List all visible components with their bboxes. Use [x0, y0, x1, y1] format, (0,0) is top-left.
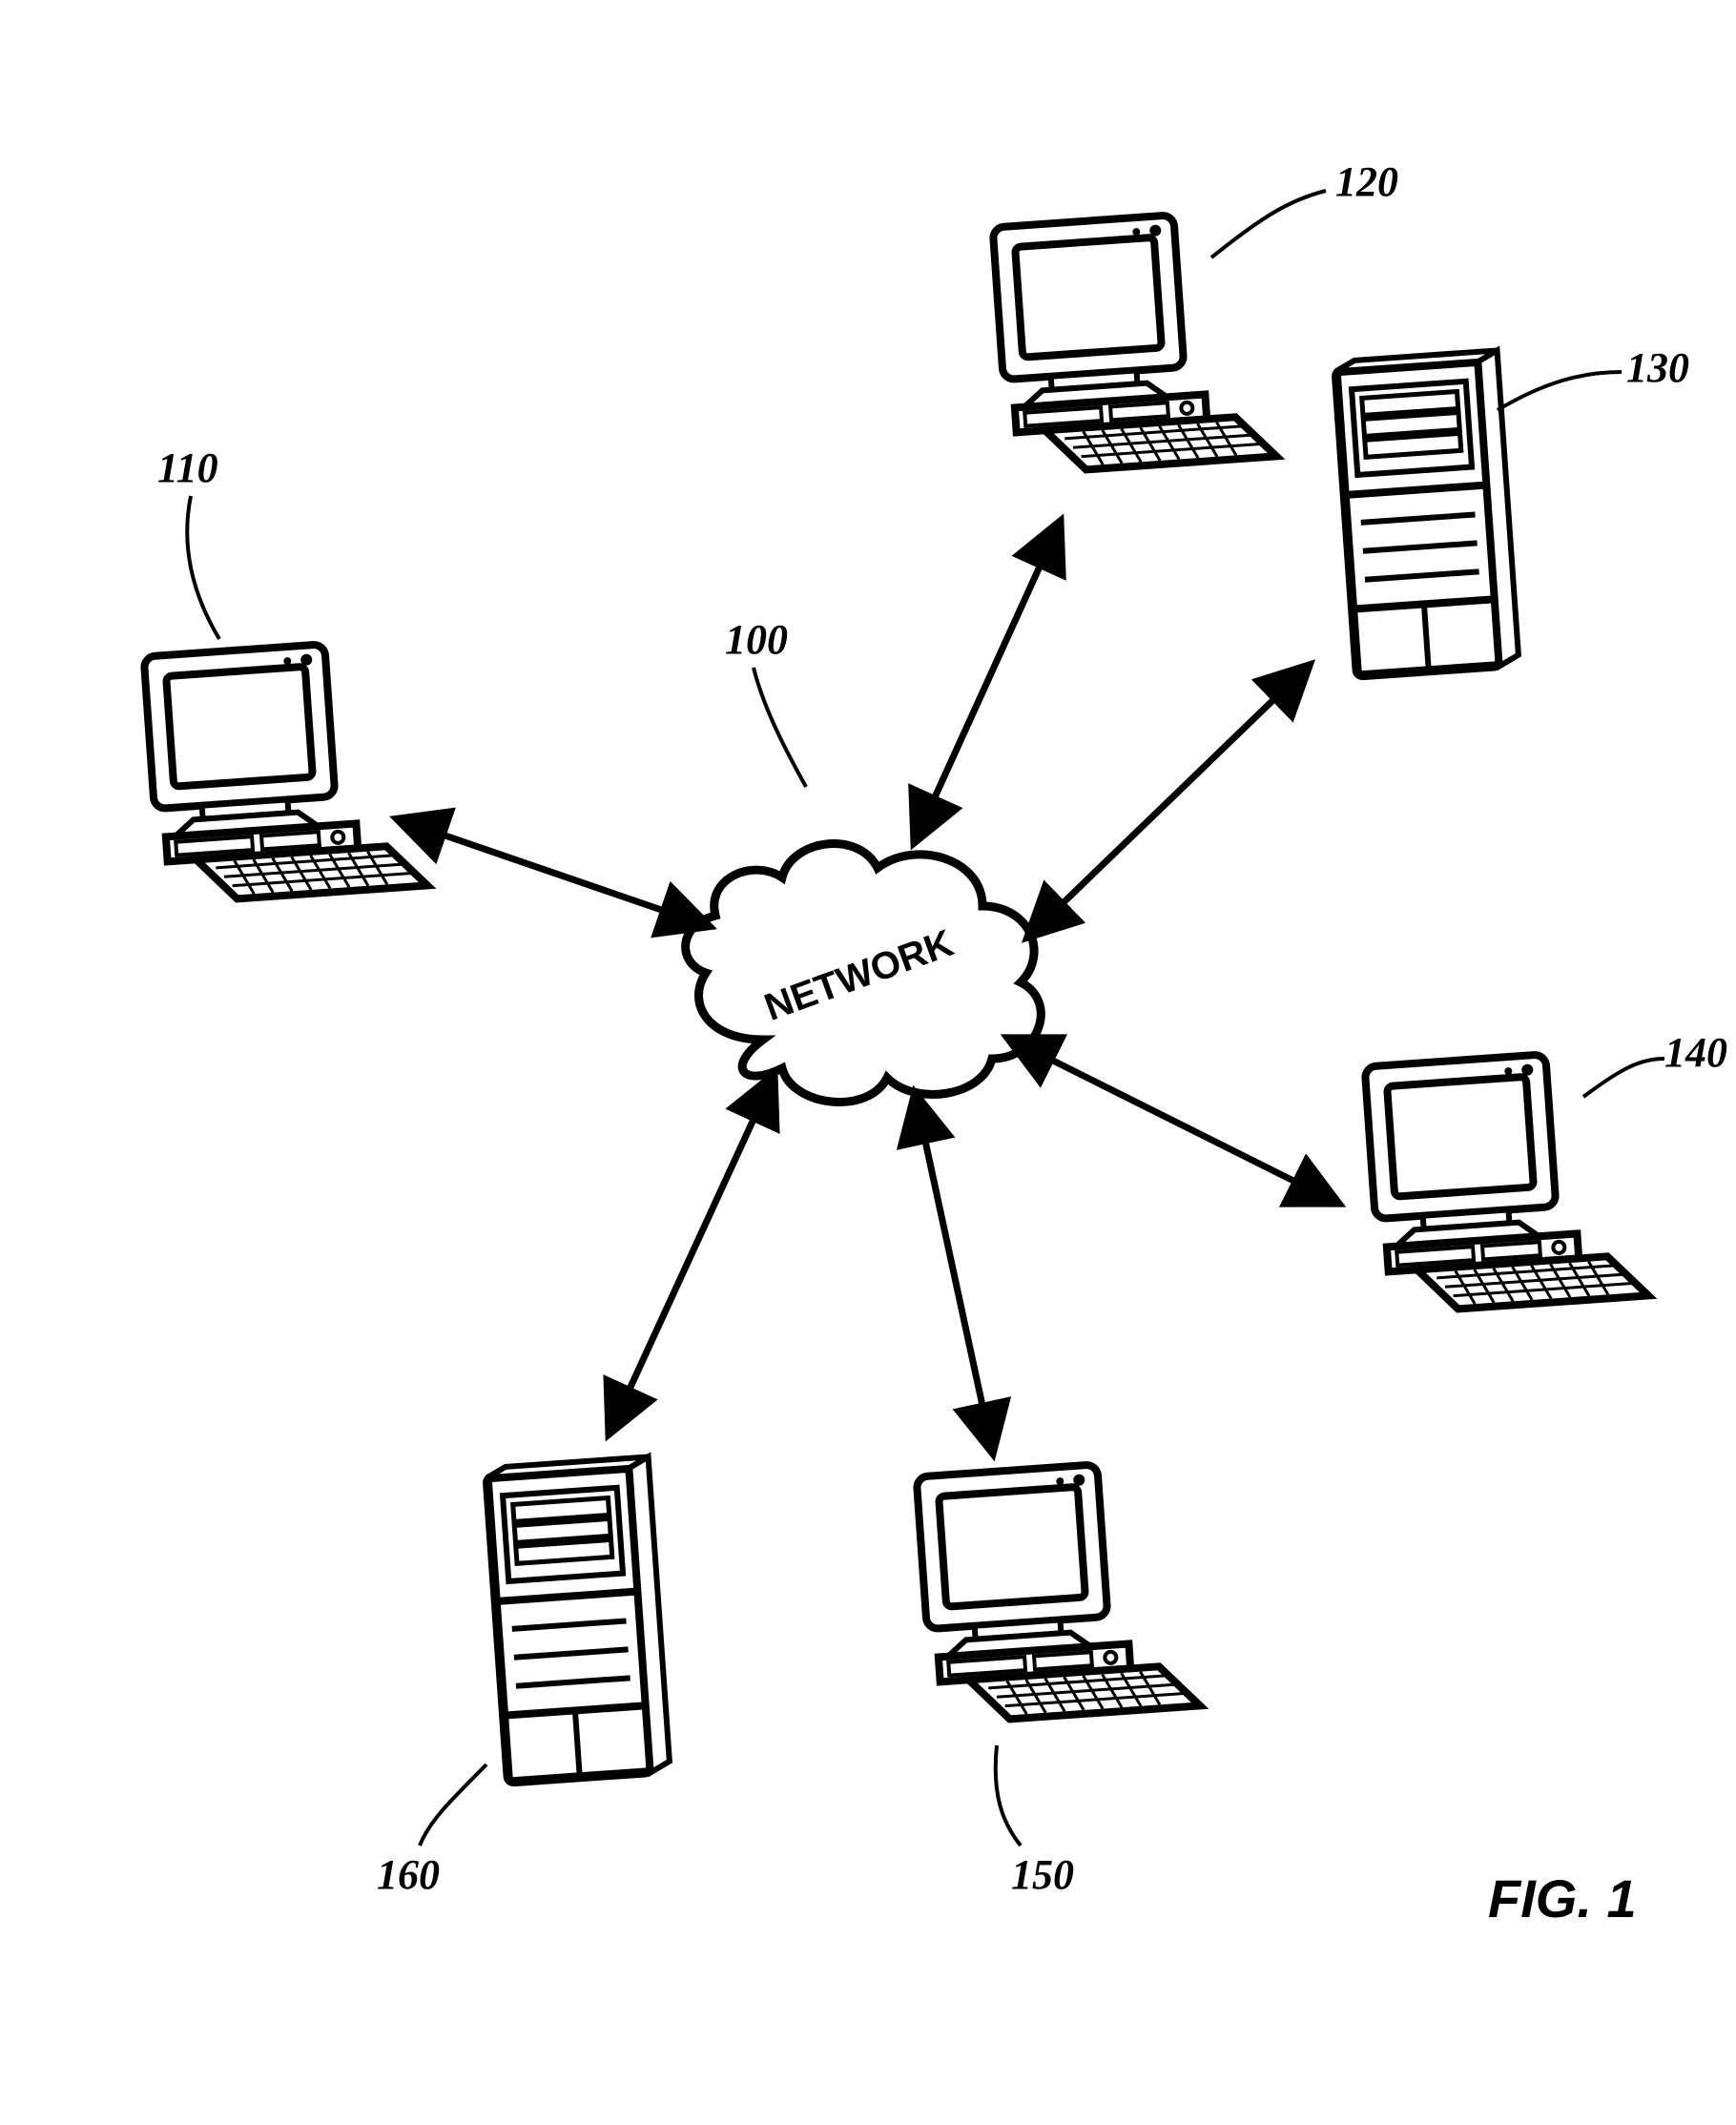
- ref-160: 160: [377, 1851, 440, 1898]
- figure-caption: FIG. 1: [1488, 1868, 1637, 1929]
- ref-120: 120: [1335, 158, 1398, 205]
- link-150: [916, 1097, 992, 1450]
- node-140: [1365, 1048, 1648, 1314]
- node-150: [917, 1458, 1200, 1724]
- ref-100: 100: [725, 616, 788, 663]
- link-120: [916, 525, 1059, 839]
- node-130: [1335, 350, 1519, 675]
- link-140: [1011, 1040, 1335, 1202]
- network-cloud: NETWORK: [686, 844, 1042, 1103]
- ref-150: 150: [1011, 1851, 1074, 1898]
- link-130: [1030, 668, 1307, 935]
- ref-110: 110: [157, 444, 218, 491]
- ref-140: 140: [1664, 1029, 1727, 1076]
- node-120: [993, 209, 1276, 475]
- link-160: [610, 1078, 773, 1431]
- node-160: [486, 1456, 671, 1782]
- ref-130: 130: [1626, 344, 1689, 391]
- network-diagram: NETWORK 100 110 120 130 140: [0, 0, 1736, 2125]
- node-110: [144, 638, 427, 904]
- link-110: [401, 820, 706, 925]
